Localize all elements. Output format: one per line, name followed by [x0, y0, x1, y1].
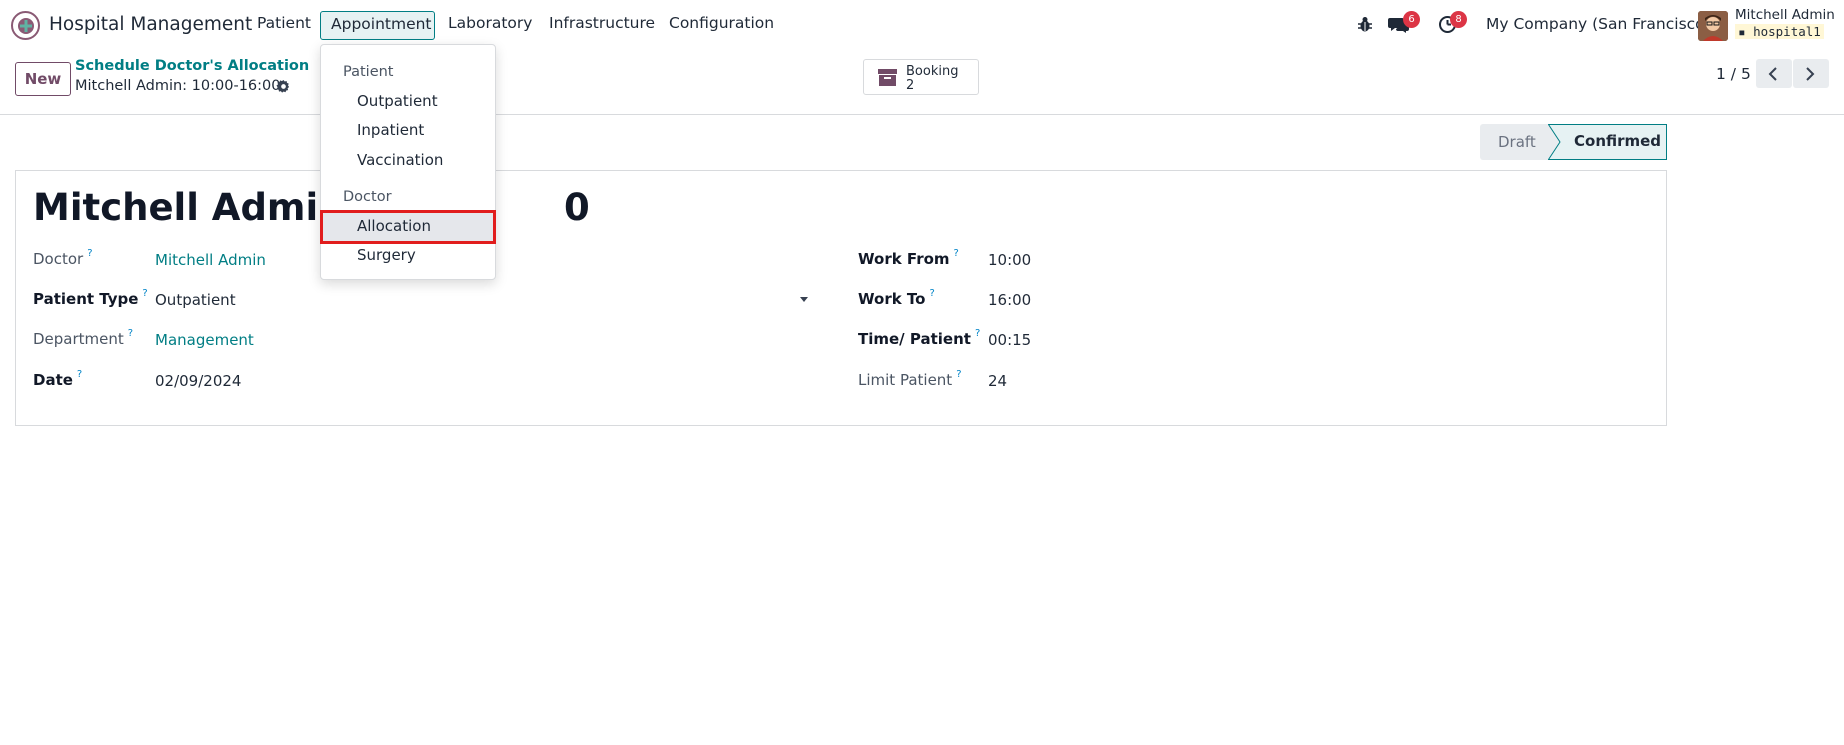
pager-value[interactable]: 1 / 5 [1716, 65, 1751, 83]
database-icon: ▪ [1738, 24, 1746, 39]
app-title[interactable]: Hospital Management [49, 14, 252, 35]
date-label: Date? [33, 369, 82, 389]
record-title[interactable]: Mitchell Admin: 10 [33, 186, 590, 229]
time-patient-field[interactable]: 00:15 [988, 331, 1031, 349]
department-field[interactable]: Management [155, 331, 254, 349]
app-logo-icon[interactable] [11, 11, 40, 40]
limit-patient-label: Limit Patient? [858, 369, 962, 389]
date-label-text: Date [33, 371, 73, 389]
gear-icon[interactable] [276, 79, 291, 98]
department-label: Department? [33, 328, 133, 348]
patient-type-label: Patient Type? [33, 288, 148, 308]
work-from-label-text: Work From [858, 250, 950, 268]
work-from-help-icon[interactable]: ? [954, 248, 959, 259]
date-field[interactable]: 02/09/2024 [155, 372, 241, 390]
work-to-help-icon[interactable]: ? [929, 288, 934, 299]
work-from-field[interactable]: 10:00 [988, 251, 1031, 269]
user-avatar[interactable] [1698, 11, 1728, 41]
user-name[interactable]: Mitchell Admin [1735, 7, 1835, 23]
booking-smart-button[interactable]: Booking 2 [863, 59, 979, 95]
dropdown-item-inpatient[interactable]: Inpatient [357, 121, 424, 139]
limit-patient-field[interactable]: 24 [988, 372, 1007, 390]
breadcrumb-current-record: Mitchell Admin: 10:00-16:00 [75, 78, 281, 94]
booking-count: 2 [906, 78, 915, 93]
limit-patient-help-icon[interactable]: ? [956, 369, 961, 380]
doctor-label: Doctor? [33, 248, 93, 268]
patient-type-label-text: Patient Type [33, 290, 139, 308]
time-patient-label: Time/ Patient? [858, 328, 980, 348]
menu-laboratory[interactable]: Laboratory [448, 14, 532, 32]
work-to-field[interactable]: 16:00 [988, 291, 1031, 309]
breadcrumb-link[interactable]: Schedule Doctor's Allocation [75, 58, 309, 74]
debug-bug-icon[interactable] [1357, 15, 1373, 37]
dropdown-item-surgery[interactable]: Surgery [357, 246, 416, 264]
work-from-label: Work From? [858, 248, 959, 268]
menu-patient[interactable]: Patient [257, 14, 311, 32]
database-name: ▪ hospital1 [1735, 24, 1824, 39]
status-confirmed-label: Confirmed [1574, 132, 1662, 150]
dropdown-item-allocation[interactable]: Allocation [357, 217, 431, 235]
dropdown-item-outpatient[interactable]: Outpatient [357, 92, 438, 110]
time-patient-help-icon[interactable]: ? [975, 328, 980, 339]
record-title-right: 0 [563, 186, 590, 229]
pager-previous-button[interactable] [1756, 59, 1792, 88]
activities-badge: 8 [1450, 11, 1467, 28]
doctor-label-text: Doctor [33, 250, 84, 268]
menu-appointment[interactable]: Appointment [320, 11, 435, 40]
work-to-label-text: Work To [858, 290, 926, 308]
status-confirmed[interactable]: Confirmed [1548, 124, 1667, 160]
limit-patient-label-text: Limit Patient [858, 371, 953, 389]
booking-label: Booking [906, 64, 959, 79]
pager-next-button[interactable] [1793, 59, 1829, 88]
doctor-field[interactable]: Mitchell Admin [155, 251, 266, 269]
top-navbar: Hospital Management Patient Appointment … [0, 0, 1844, 50]
dropdown-section-doctor: Doctor [343, 189, 392, 205]
department-help-icon[interactable]: ? [128, 328, 133, 339]
doctor-help-icon[interactable]: ? [87, 248, 92, 259]
chevron-left-icon [1768, 67, 1777, 81]
new-button[interactable]: New [15, 62, 71, 96]
time-patient-label-text: Time/ Patient [858, 330, 971, 348]
chevron-down-icon[interactable] [800, 297, 808, 302]
database-label: hospital1 [1753, 24, 1821, 39]
department-label-text: Department [33, 330, 124, 348]
archive-box-icon [877, 68, 898, 91]
chevron-right-icon [1806, 67, 1815, 81]
messages-badge: 6 [1403, 11, 1420, 28]
menu-infrastructure[interactable]: Infrastructure [549, 14, 655, 32]
dropdown-section-patient: Patient [343, 64, 394, 80]
company-switcher[interactable]: My Company (San Francisco) [1486, 15, 1711, 33]
menu-appointment-label: Appointment [331, 15, 432, 33]
work-to-label: Work To? [858, 288, 935, 308]
patient-type-help-icon[interactable]: ? [142, 288, 147, 299]
control-panel-divider [0, 114, 1844, 115]
menu-configuration[interactable]: Configuration [669, 14, 774, 32]
patient-type-select[interactable]: Outpatient [155, 291, 236, 309]
dropdown-item-vaccination[interactable]: Vaccination [357, 151, 443, 169]
date-help-icon[interactable]: ? [77, 369, 82, 380]
